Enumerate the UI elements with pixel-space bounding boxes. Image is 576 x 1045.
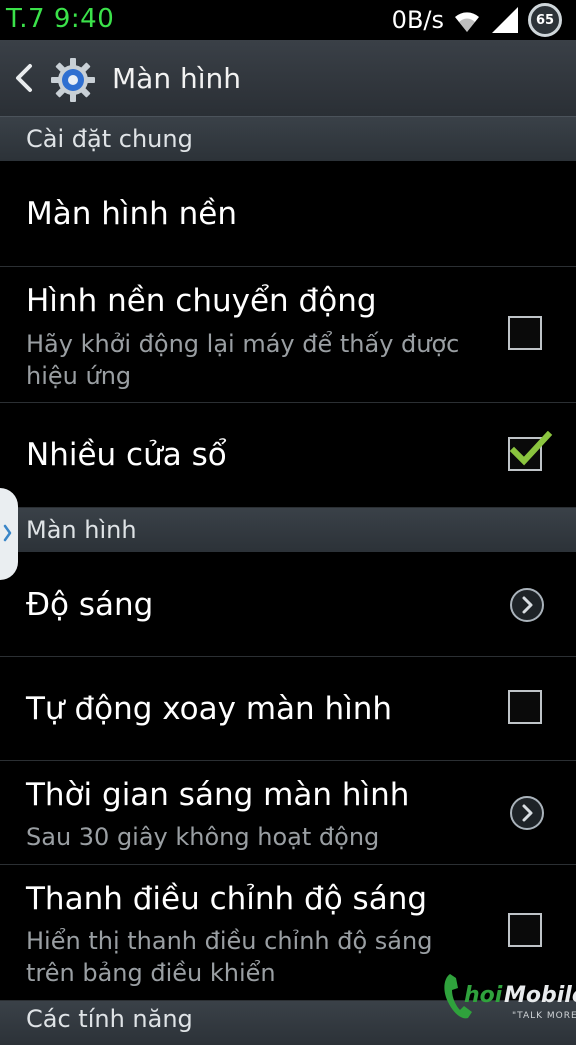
- live-wallpaper-checkbox[interactable]: [508, 316, 542, 350]
- status-time: T.7 9:40: [6, 4, 115, 34]
- battery-icon: 65: [528, 3, 562, 37]
- row-title: Thời gian sáng màn hình: [26, 777, 410, 813]
- section-header-label: Cài đặt chung: [26, 125, 193, 153]
- row-title: Độ sáng: [26, 587, 154, 623]
- brightness-bar-checkbox[interactable]: [508, 913, 542, 947]
- settings-row-live-wallpaper[interactable]: Hình nền chuyển động Hãy khởi động lại m…: [0, 267, 576, 403]
- section-header-general: Cài đặt chung: [0, 117, 576, 161]
- chevron-right-icon: [510, 796, 544, 830]
- settings-row-wallpaper[interactable]: Màn hình nền: [0, 162, 576, 267]
- back-icon[interactable]: [8, 60, 40, 96]
- row-subtitle: Sau 30 giây không hoạt động: [26, 823, 380, 851]
- status-bar: T.7 9:40 0B/s 65: [0, 0, 576, 40]
- side-panel-handle[interactable]: [0, 488, 18, 580]
- row-title: Màn hình nền: [26, 196, 238, 232]
- settings-row-screen-timeout[interactable]: Thời gian sáng màn hình Sau 30 giây khôn…: [0, 761, 576, 865]
- row-title: Hình nền chuyển động: [26, 283, 377, 319]
- settings-row-multi-window[interactable]: Nhiều cửa sổ: [0, 403, 576, 508]
- chevron-right-icon: [3, 524, 12, 542]
- network-speed: 0B/s: [391, 6, 444, 34]
- wifi-icon: [455, 12, 479, 32]
- svg-text:hoi: hoi: [464, 983, 503, 1008]
- status-icons: 0B/s 65: [392, 3, 562, 37]
- choimobile-watermark-logo: hoi Mobile "TALK MORE": [444, 974, 576, 1021]
- svg-text:Mobile: Mobile: [504, 983, 576, 1008]
- settings-gear-icon: [51, 58, 95, 102]
- settings-row-brightness[interactable]: Độ sáng: [0, 553, 576, 657]
- section-header-display: Màn hình: [0, 508, 576, 552]
- row-subtitle: Hiển thị thanh điều chỉnh độ sáng trên b…: [26, 927, 433, 987]
- section-header-label: Các tính năng: [26, 1005, 193, 1033]
- action-bar: Màn hình: [0, 40, 576, 117]
- page-title: Màn hình: [112, 62, 241, 95]
- svg-text:"TALK MORE": "TALK MORE": [512, 1011, 576, 1021]
- checkmark-icon: [510, 431, 553, 466]
- row-title: Nhiều cửa sổ: [26, 437, 227, 473]
- row-title: Thanh điều chỉnh độ sáng: [26, 881, 428, 917]
- row-subtitle: Hãy khởi động lại máy để thấy được hiệu …: [26, 330, 460, 390]
- signal-icon: [492, 7, 518, 33]
- chevron-right-icon: [510, 588, 544, 622]
- auto-rotate-checkbox[interactable]: [508, 690, 542, 724]
- multi-window-checkbox[interactable]: [508, 431, 553, 471]
- row-title: Tự động xoay màn hình: [26, 691, 393, 727]
- section-header-label: Màn hình: [26, 516, 137, 544]
- settings-row-auto-rotate[interactable]: Tự động xoay màn hình: [0, 657, 576, 761]
